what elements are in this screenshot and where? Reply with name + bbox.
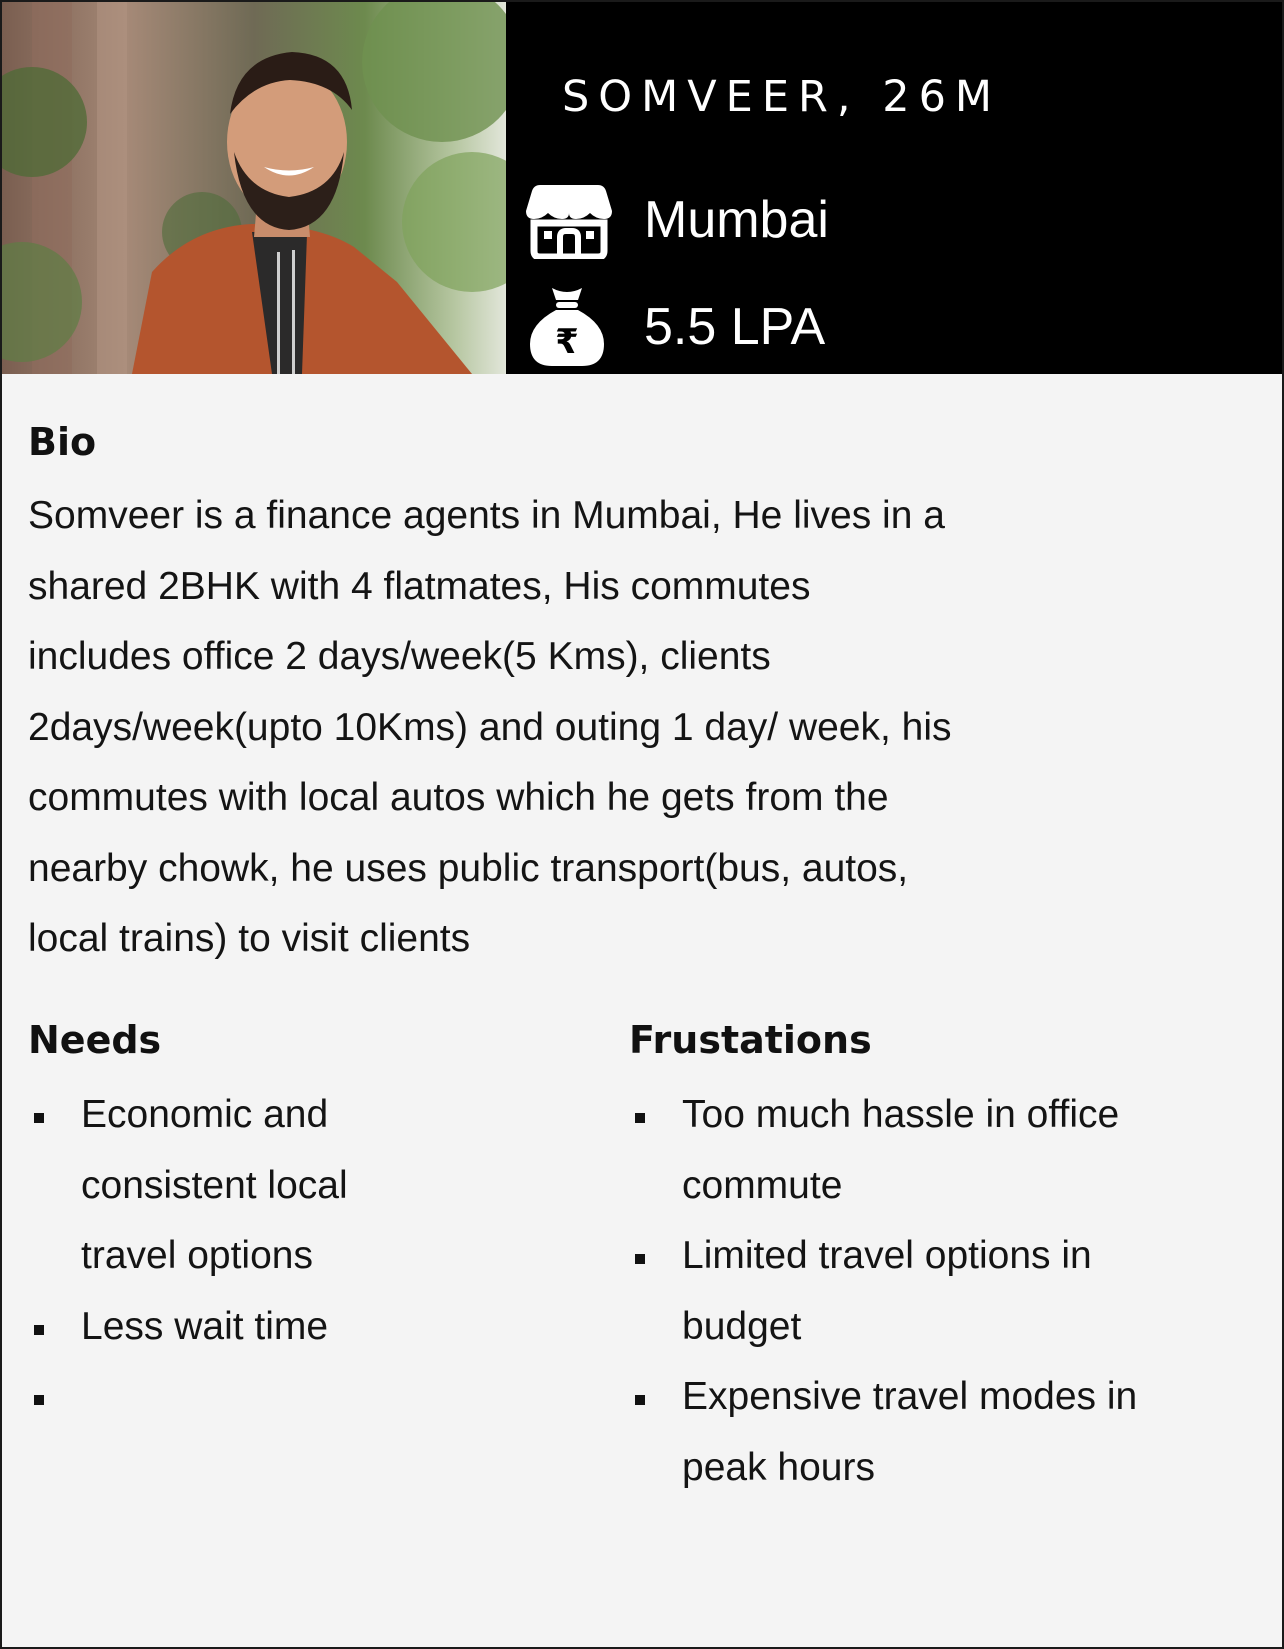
bio-paragraph: Somveer is a finance agents in Mumbai, H…	[28, 494, 952, 960]
list-item: Economic and consistent local travel opt…	[28, 1080, 498, 1292]
bullet-icon	[635, 1254, 645, 1264]
bullet-icon	[34, 1395, 44, 1405]
need-item-text: Less wait time	[81, 1304, 329, 1348]
salary-text: 5.5 LPA	[644, 298, 826, 356]
persona-card: SOMVEER, 26M Mumbai ₹ 5.5 LPA Bio Somvee…	[0, 0, 1284, 1649]
location-row: Mumbai	[526, 180, 829, 260]
list-item	[28, 1362, 498, 1433]
bullet-icon	[34, 1113, 44, 1123]
bullet-icon	[34, 1324, 44, 1335]
rupee-money-bag-icon: ₹	[526, 287, 614, 367]
frustrations-heading: Frustations	[629, 1018, 872, 1062]
persona-name: SOMVEER, 26M	[562, 72, 1002, 122]
store-house-icon	[526, 180, 614, 260]
frustration-item-text: Expensive travel modes in peak hours	[682, 1375, 1138, 1489]
persona-header: SOMVEER, 26M Mumbai ₹ 5.5 LPA	[2, 2, 1282, 374]
profile-photo	[2, 2, 506, 374]
need-item-text: Economic and consistent local travel opt…	[81, 1093, 348, 1277]
needs-heading: Needs	[28, 1018, 162, 1062]
salary-row: ₹ 5.5 LPA	[526, 287, 825, 367]
frustration-item-text: Too much hassle in office commute	[682, 1093, 1120, 1207]
bullet-icon	[635, 1113, 645, 1123]
frustrations-list: Too much hassle in office commute Limite…	[629, 1080, 1249, 1503]
bullet-icon	[635, 1395, 645, 1405]
frustration-item-text: Limited travel options in budget	[682, 1234, 1092, 1348]
list-item: Too much hassle in office commute	[629, 1080, 1249, 1221]
bio-heading: Bio	[28, 420, 97, 464]
list-item: Limited travel options in budget	[629, 1221, 1249, 1362]
list-item: Expensive travel modes in peak hours	[629, 1362, 1249, 1503]
needs-list: Economic and consistent local travel opt…	[28, 1080, 498, 1433]
svg-text:₹: ₹	[555, 322, 579, 362]
location-text: Mumbai	[644, 191, 829, 249]
list-item: Less wait time	[28, 1292, 498, 1363]
